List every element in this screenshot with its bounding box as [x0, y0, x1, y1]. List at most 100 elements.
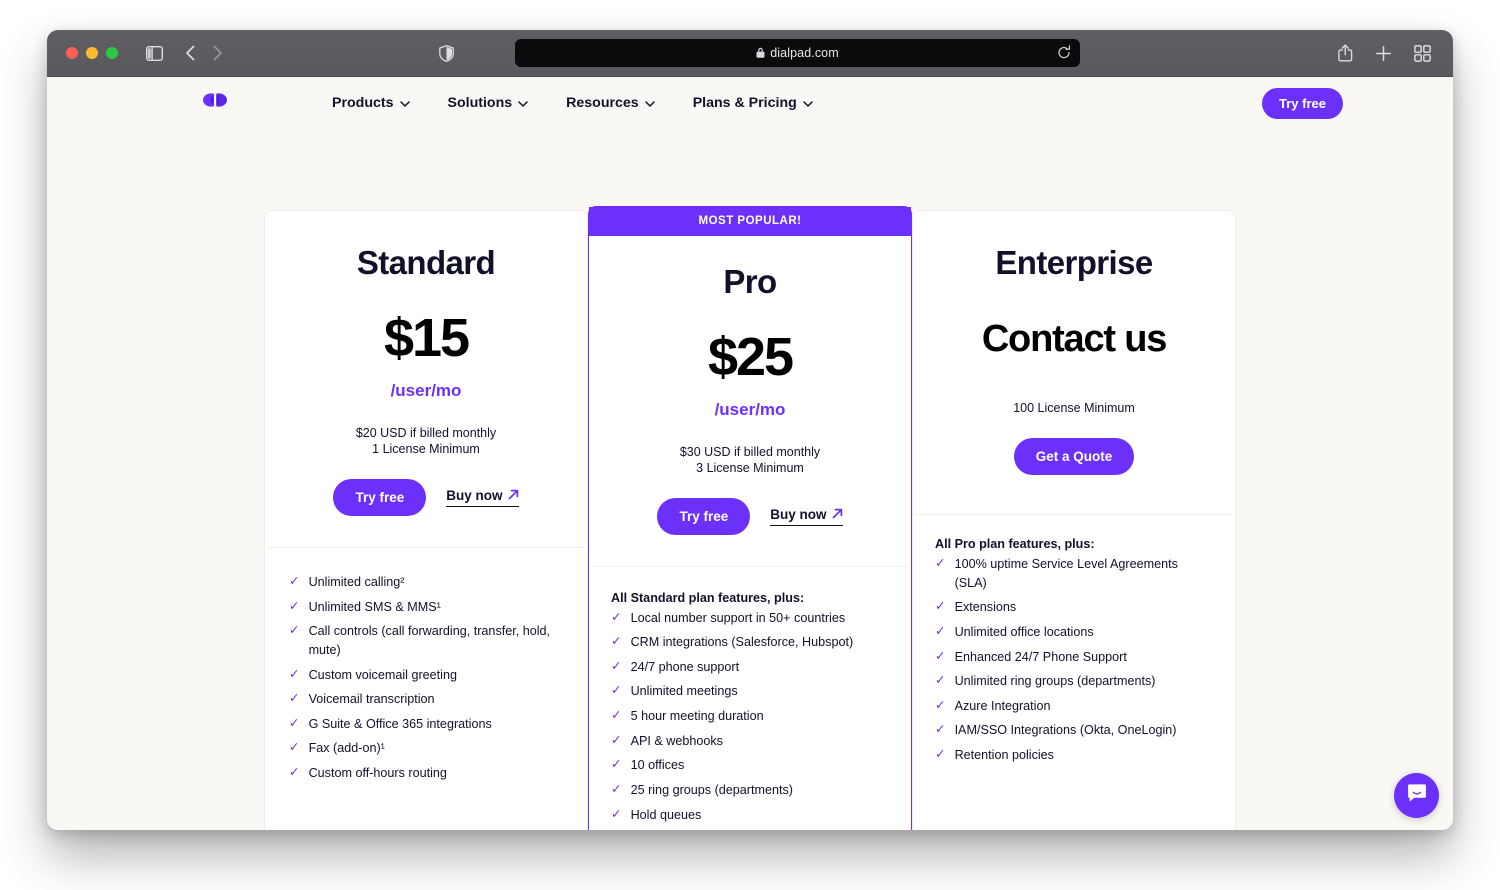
feature-text: 5 hour meeting duration [630, 709, 764, 724]
check-icon: ✓ [611, 683, 622, 698]
plan-price-pro: $25 [707, 326, 794, 387]
reload-icon[interactable] [1057, 45, 1071, 65]
nav-item-solutions-label: Solutions [447, 95, 513, 111]
feature-item: ✓ Custom off-hours routing [289, 764, 563, 783]
nav-item-solutions[interactable]: Solutions [448, 95, 529, 111]
feature-text: Enhanced 24/7 Phone Support [954, 649, 1127, 664]
check-icon: ✓ [611, 609, 622, 624]
feature-text: Custom off-hours routing [308, 766, 447, 780]
feature-text: CRM integrations (Salesforce, Hubspot) [630, 635, 854, 650]
check-icon: ✓ [289, 740, 300, 755]
plan-note-standard-line2: 1 License Minimum [372, 442, 480, 456]
feature-text: Azure Integration [954, 698, 1051, 713]
plan-note-enterprise-line1: 100 License Minimum [1013, 401, 1135, 415]
feature-text: G Suite & Office 365 integrations [308, 716, 492, 731]
feature-intro-pro: All Standard plan features, plus: [611, 590, 805, 605]
privacy-shield-icon[interactable] [439, 45, 454, 62]
check-icon: ✓ [289, 691, 300, 706]
feature-item: ✓ Unlimited ring groups (departments) [935, 672, 1213, 691]
feature-item: ✓ API & webhooks [611, 732, 891, 751]
get-a-quote-button[interactable]: Get a Quote [1013, 438, 1135, 475]
check-icon: ✓ [611, 781, 622, 796]
feature-text: Custom voicemail greeting [308, 667, 457, 682]
dialpad-logo[interactable] [202, 89, 228, 116]
chevron-down-icon [644, 95, 655, 111]
feature-item: ✓ Extensions [935, 598, 1213, 617]
check-icon: ✓ [935, 556, 946, 570]
plan-period-pro: /user/mo [714, 399, 786, 419]
plan-note-pro-line1: $30 USD if billed monthly [679, 444, 821, 459]
nav-item-resources[interactable]: Resources [566, 95, 655, 111]
feature-text: Fax (add-on)¹ [308, 741, 385, 756]
buy-now-link-pro[interactable]: Buy now [770, 507, 843, 526]
external-arrow-icon [508, 488, 519, 503]
back-arrow-icon[interactable] [185, 45, 196, 61]
plan-price-standard: $15 [383, 308, 470, 368]
check-icon: ✓ [289, 574, 300, 588]
feature-list-enterprise: All Pro plan features, plus: ✓ 100% uptim… [913, 515, 1235, 765]
check-icon: ✓ [935, 722, 946, 737]
feature-item: ✓ 24/7 phone support [611, 658, 891, 677]
feature-item: ✓ Local number support in 50+ countries [611, 609, 891, 628]
check-icon: ✓ [611, 658, 622, 673]
feature-item: ✓ Retention policies [935, 746, 1213, 765]
check-icon: ✓ [935, 648, 946, 663]
buy-now-label-standard: Buy now [446, 488, 503, 503]
check-icon: ✓ [935, 599, 946, 614]
feature-text: Hold queues [630, 807, 702, 822]
feature-text: Unlimited ring groups (departments) [954, 674, 1156, 689]
nav-item-resources-label: Resources [566, 95, 639, 111]
minimize-window-button[interactable] [86, 47, 98, 59]
nav-item-products[interactable]: Products [332, 95, 410, 111]
share-icon[interactable] [1338, 44, 1353, 62]
feature-text: Retention policies [954, 748, 1054, 762]
feature-text: 10 offices [630, 758, 685, 773]
most-popular-badge: MOST POPULAR! [588, 206, 912, 236]
nav-item-plans-pricing[interactable]: Plans & Pricing [693, 95, 813, 111]
plan-note-pro-line2: 3 License Minimum [696, 460, 804, 475]
try-free-button-standard[interactable]: Try free [333, 479, 427, 516]
plan-name-standard: Standard [356, 244, 496, 281]
check-icon: ✓ [289, 765, 300, 779]
tab-overview-icon[interactable] [1414, 44, 1431, 62]
feature-item: ✓ Unlimited meetings [611, 682, 891, 701]
try-free-button-pro[interactable]: Try free [657, 497, 751, 535]
feature-text: Voicemail transcription [308, 692, 435, 707]
plan-price-enterprise: Contact us [981, 318, 1168, 360]
plan-name-pro: Pro [723, 262, 777, 300]
site-navigation-bar: Products Solutions Resources Plans & Pri… [47, 77, 1453, 129]
feature-text: Unlimited office locations [954, 624, 1094, 639]
feature-text: Call controls (call forwarding, transfer… [308, 624, 551, 657]
forward-arrow-icon[interactable] [212, 45, 223, 61]
address-bar[interactable]: dialpad.com [515, 39, 1080, 67]
check-icon: ✓ [935, 697, 946, 712]
feature-intro-enterprise: All Pro plan features, plus: [935, 537, 1095, 551]
close-window-button[interactable] [66, 47, 78, 59]
feature-item: ✓ IAM/SSO Integrations (Okta, OneLogin) [935, 721, 1213, 740]
plan-name-enterprise: Enterprise [995, 244, 1153, 281]
feature-item: ✓ Unlimited office locations [935, 623, 1213, 642]
url-text-wrapper: dialpad.com [756, 46, 839, 60]
buy-now-link-standard[interactable]: Buy now [446, 488, 519, 507]
check-icon: ✓ [611, 634, 622, 649]
nav-try-free-button[interactable]: Try free [1262, 88, 1343, 119]
feature-text: IAM/SSO Integrations (Okta, OneLogin) [954, 723, 1177, 738]
plan-period-standard: /user/mo [390, 381, 462, 400]
feature-text: 24/7 phone support [630, 659, 740, 674]
feature-text: 25 ring groups (departments) [630, 782, 793, 797]
feature-list-standard: ✓ Unlimited calling² ✓ Unlimited SMS & MMS… [265, 548, 587, 783]
maximize-window-button[interactable] [106, 47, 118, 59]
chat-launcher-button[interactable] [1394, 773, 1439, 818]
check-icon: ✓ [935, 747, 946, 761]
check-icon: ✓ [935, 623, 946, 638]
url-hostname: dialpad.com [770, 46, 839, 60]
plan-note-standard-line1: $20 USD if billed monthly [355, 426, 497, 440]
plus-icon[interactable] [1375, 45, 1392, 62]
check-icon: ✓ [289, 623, 300, 638]
feature-item: ✓ Unlimited SMS & MMS¹ [289, 598, 563, 617]
pricing-card-enterprise: Enterprise Contact us 100 License Minimu… [912, 210, 1236, 830]
sidebar-toggle-icon[interactable] [146, 45, 163, 61]
feature-text: Unlimited calling² [308, 575, 405, 589]
feature-text: Unlimited meetings [630, 684, 738, 699]
feature-item: ✓ CRM integrations (Salesforce, Hubspot) [611, 633, 891, 652]
